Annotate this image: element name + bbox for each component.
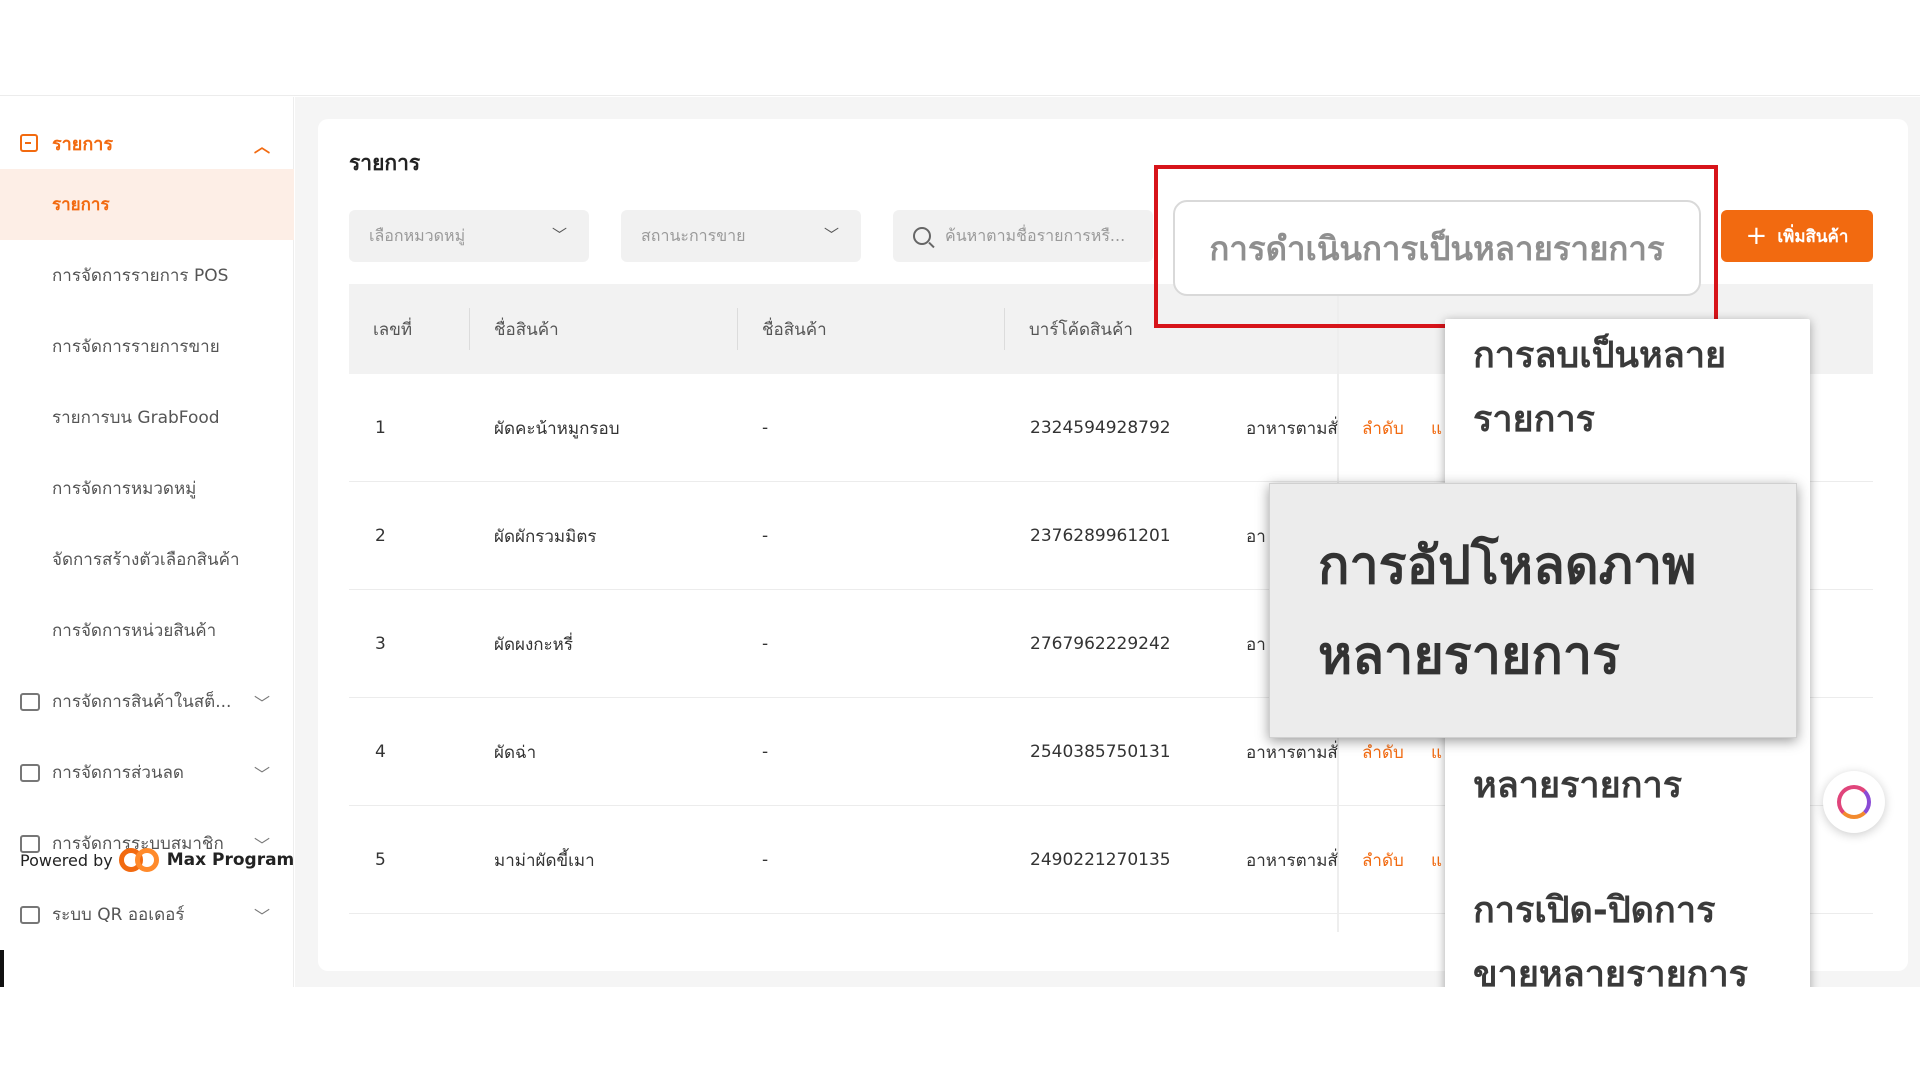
- product-name: มาม่าผัดขี้เมา: [494, 850, 595, 871]
- product-barcode: 2767962229242: [1030, 634, 1171, 654]
- list-icon: [20, 134, 38, 152]
- row-number: 4: [375, 742, 386, 762]
- product-category: อาหารตามสั่: [1246, 418, 1338, 439]
- search-placeholder: ค้นหาตามชื่อรายการหรื...: [945, 225, 1126, 245]
- search-icon: [913, 227, 931, 245]
- warehouse-icon: [20, 692, 40, 711]
- sidebar-item-grabfood[interactable]: รายการบน GrabFood: [0, 382, 294, 453]
- column-divider: [469, 308, 470, 350]
- add-product-button[interactable]: + เพิ่มสินค้า: [1721, 210, 1873, 262]
- row-number: 3: [375, 634, 386, 654]
- status-select[interactable]: สถานะการขาย ﹀: [621, 210, 861, 262]
- sidebar-item-sales[interactable]: การจัดการรายการขาย: [0, 311, 294, 382]
- sidebar-group-label: รายการ: [52, 133, 113, 155]
- sidebar-group-label: ระบบ QR ออเดอร์: [52, 905, 185, 925]
- sidebar-group-stock[interactable]: การจัดการสินค้าในสต็... ﹀: [0, 666, 294, 737]
- bulk-action-placeholder: การดำเนินการเป็นหลายรายการ: [1209, 228, 1665, 268]
- sidebar-group-items[interactable]: รายการ ︿: [0, 115, 294, 171]
- menu-item-label: หลายรายการ: [1318, 625, 1621, 686]
- order-link[interactable]: ลำดับ: [1362, 374, 1404, 482]
- order-link[interactable]: ลำดับ: [1362, 806, 1404, 914]
- sidebar-group-label: การจัดการสินค้าในสต็...: [52, 692, 232, 712]
- product-name-2: -: [762, 850, 769, 870]
- sidebar-item-categories[interactable]: การจัดการหมวดหมู่: [0, 453, 294, 524]
- window-edge: [0, 950, 4, 987]
- search-input[interactable]: ค้นหาตามชื่อรายการหรื...: [893, 210, 1153, 262]
- add-product-label: เพิ่มสินค้า: [1777, 226, 1849, 247]
- column-divider: [737, 308, 738, 350]
- product-category: อา: [1246, 526, 1266, 547]
- product-name-2: -: [762, 418, 769, 438]
- menu-item-label: รายการ: [1473, 399, 1595, 440]
- category-select-placeholder: เลือกหมวดหมู่: [369, 225, 466, 245]
- menu-item-label: การลบเป็นหลาย: [1473, 335, 1727, 376]
- menu-item-label: การอัปโหลดภาพ: [1318, 535, 1697, 596]
- product-barcode: 2324594928792: [1030, 418, 1171, 438]
- sidebar-item-label: จัดการสร้างตัวเลือกสินค้า: [52, 550, 240, 570]
- column-header-name-2: ชื่อสินค้า: [762, 319, 827, 340]
- menu-item-label: การเปิด-ปิดการ: [1473, 890, 1716, 931]
- product-name-2: -: [762, 526, 769, 546]
- menu-item-bulk-upload-images[interactable]: การอัปโหลดภาพ หลายรายการ: [1269, 483, 1797, 738]
- bell-icon: [20, 905, 40, 924]
- brand-logo-icon: [118, 846, 161, 874]
- chevron-down-icon: ﹀: [253, 906, 270, 926]
- row-number: 5: [375, 850, 386, 870]
- bulk-action-select[interactable]: การดำเนินการเป็นหลายรายการ: [1173, 200, 1701, 296]
- column-header-name: ชื่อสินค้า: [494, 319, 559, 340]
- status-select-placeholder: สถานะการขาย: [641, 225, 746, 245]
- sidebar-item-label: การจัดการรายการขาย: [52, 337, 220, 357]
- sidebar-group-label: การจัดการส่วนลด: [52, 763, 184, 783]
- sidebar-item-options[interactable]: จัดการสร้างตัวเลือกสินค้า: [0, 524, 294, 595]
- sidebar-item-items[interactable]: รายการ: [0, 169, 294, 240]
- column-header-no: เลขที่: [373, 319, 413, 340]
- sidebar-item-label: การจัดการรายการ POS: [52, 266, 229, 286]
- row-number: 2: [375, 526, 386, 546]
- row-number: 1: [375, 418, 386, 438]
- product-name: ผัดผงกะหรี่: [494, 634, 574, 655]
- product-barcode: 2376289961201: [1030, 526, 1171, 546]
- brand-name: Max Program: [166, 850, 295, 870]
- product-name: ผัดผักรวมมิตร: [494, 526, 597, 547]
- assistant-icon: [1837, 785, 1871, 819]
- column-header-barcode: บาร์โค้ดสินค้า: [1029, 319, 1133, 340]
- coupon-icon: [20, 763, 40, 782]
- sidebar-item-units[interactable]: การจัดการหน่วยสินค้า: [0, 595, 294, 666]
- category-select[interactable]: เลือกหมวดหมู่ ﹀: [349, 210, 589, 262]
- edit-link[interactable]: แ: [1431, 374, 1442, 482]
- sidebar-item-pos[interactable]: การจัดการรายการ POS: [0, 240, 294, 311]
- product-category: อา: [1246, 634, 1266, 655]
- product-name: ผัดคะน้าหมูกรอบ: [494, 418, 620, 439]
- chevron-down-icon: ﹀: [253, 764, 270, 784]
- bottom-area: [0, 987, 1920, 1080]
- product-barcode: 2490221270135: [1030, 850, 1171, 870]
- sidebar-group-discounts[interactable]: การจัดการส่วนลด ﹀: [0, 737, 294, 808]
- product-category: อาหารตามสั่: [1246, 850, 1338, 871]
- sidebar-item-label: การจัดการหมวดหมู่: [52, 479, 197, 499]
- sidebar-item-label: รายการ: [52, 195, 110, 215]
- assistant-button[interactable]: [1823, 771, 1885, 833]
- powered-by: Powered by Max Program: [20, 846, 294, 874]
- sidebar-item-label: รายการบน GrabFood: [52, 408, 220, 428]
- menu-item-bulk-price[interactable]: หลายรายการ: [1473, 754, 1793, 818]
- column-divider: [1004, 308, 1005, 350]
- menu-item-label: หลายรายการ: [1473, 765, 1683, 806]
- sidebar-item-label: การจัดการหน่วยสินค้า: [52, 621, 217, 641]
- product-name: ผัดฉ่า: [494, 742, 537, 763]
- top-header: [0, 0, 1920, 96]
- product-name-2: -: [762, 742, 769, 762]
- page-title: รายการ: [349, 151, 421, 175]
- product-barcode: 2540385750131: [1030, 742, 1171, 762]
- chevron-down-icon: ﹀: [551, 226, 567, 244]
- chevron-down-icon: ﹀: [823, 226, 839, 244]
- sidebar-group-qr-order[interactable]: ระบบ QR ออเดอร์ ﹀: [0, 879, 294, 950]
- menu-item-bulk-delete[interactable]: การลบเป็นหลาย รายการ: [1473, 324, 1793, 452]
- plus-icon: +: [1745, 221, 1768, 251]
- powered-by-text: Powered by: [20, 850, 113, 870]
- chevron-up-icon: ︿: [253, 137, 270, 156]
- product-name-2: -: [762, 634, 769, 654]
- chevron-down-icon: ﹀: [253, 693, 270, 713]
- edit-link[interactable]: แ: [1431, 806, 1442, 914]
